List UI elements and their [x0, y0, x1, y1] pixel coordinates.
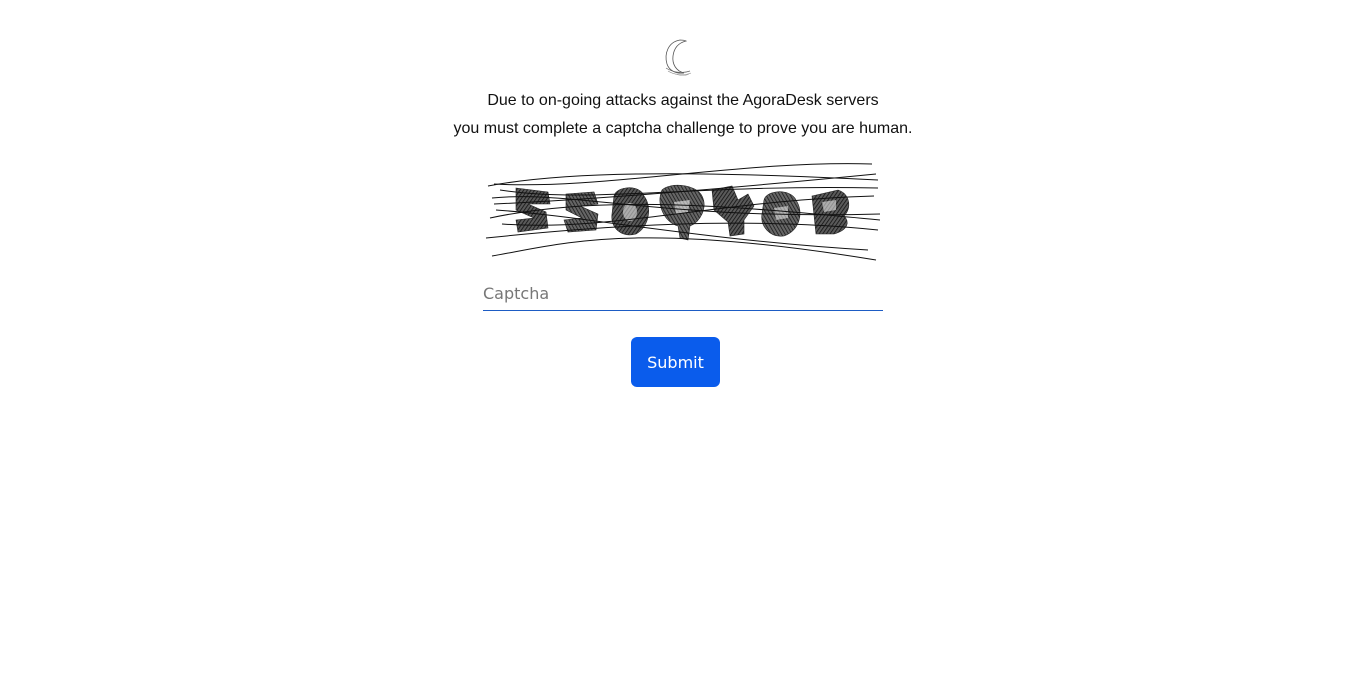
captcha-glyph [711, 185, 755, 237]
attack-notice-line-2: you must complete a captcha challenge to… [453, 120, 913, 137]
captcha-glyph [659, 184, 705, 241]
submit-button[interactable]: Submit [631, 337, 720, 387]
captcha-input[interactable] [483, 276, 883, 311]
attack-notice-line-1: Due to on-going attacks against the Agor… [487, 92, 879, 109]
moon-sailboat-icon [665, 39, 692, 76]
captcha-image [485, 163, 881, 261]
